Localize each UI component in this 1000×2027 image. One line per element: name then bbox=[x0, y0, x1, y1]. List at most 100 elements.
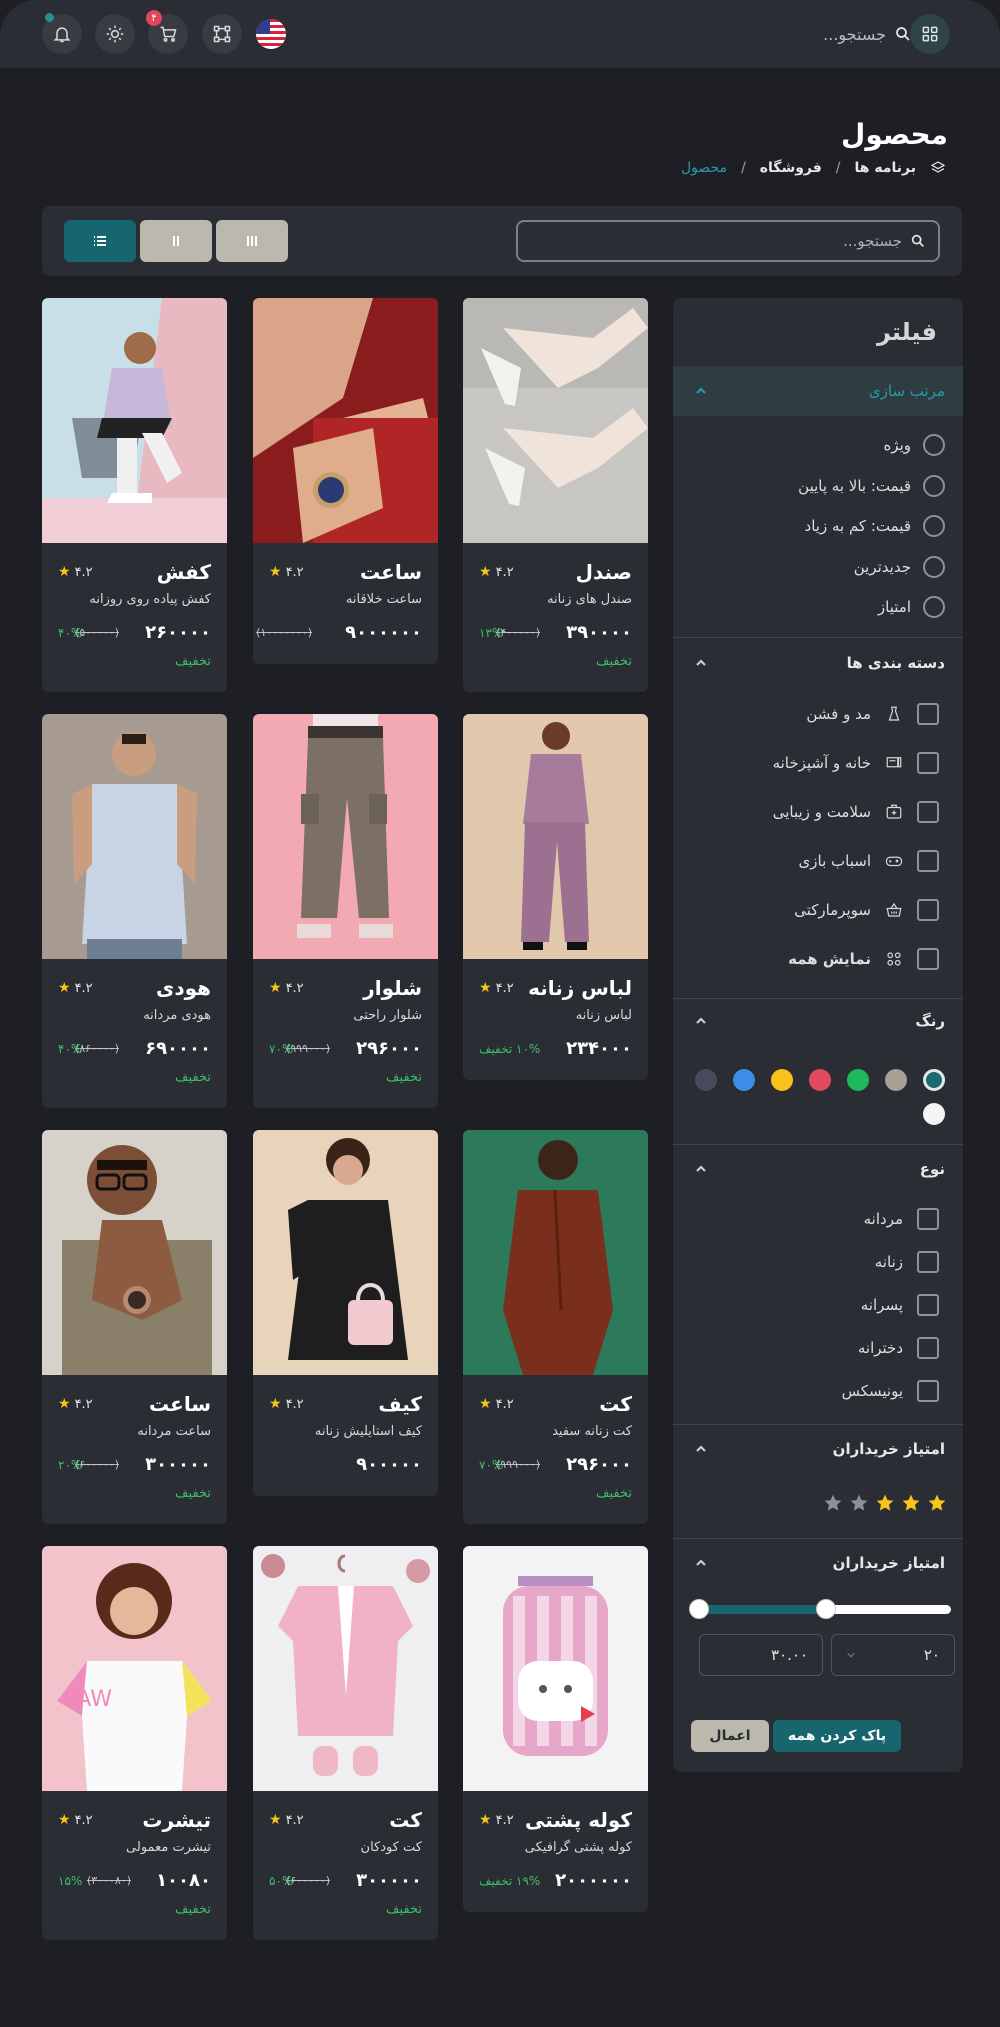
checkbox[interactable] bbox=[917, 948, 939, 970]
sort-option-price-asc[interactable]: قیمت: کم به زیاد bbox=[805, 515, 945, 537]
sort-option-featured[interactable]: ویژه bbox=[883, 434, 945, 456]
checkbox[interactable] bbox=[917, 1208, 939, 1230]
product-card[interactable]: لباس زنانه ★ ۴.۲ لباس زنانه ۲۳۴۰۰۰ ۱۰% تخ… bbox=[463, 714, 648, 1080]
sort-option-newest[interactable]: جدیدترین bbox=[854, 556, 945, 578]
shortcuts-button[interactable] bbox=[202, 14, 242, 54]
rating-stars[interactable] bbox=[823, 1493, 947, 1513]
checkbox[interactable] bbox=[917, 1337, 939, 1359]
price-range-max-handle[interactable] bbox=[816, 1599, 837, 1619]
product-card[interactable]: هودی ★ ۴.۲ هودی مردانه ۶۹۰۰۰۰ (۸۶۰۰۰۰) ۴۰… bbox=[42, 714, 227, 1108]
radio-button[interactable] bbox=[923, 475, 945, 497]
product-image-watch[interactable] bbox=[253, 298, 438, 543]
list-view-button[interactable] bbox=[64, 220, 136, 262]
product-card[interactable]: کوله پشتی ★ ۴.۲ کوله پشتی گرافیکی ۲۰۰۰۰۰۰… bbox=[463, 1546, 648, 1912]
color-swatch-beige[interactable] bbox=[885, 1069, 907, 1091]
color-swatch-teal[interactable] bbox=[923, 1069, 945, 1091]
product-search-input[interactable]: جستجو... bbox=[516, 220, 940, 262]
color-swatch-green[interactable] bbox=[847, 1069, 869, 1091]
category-home-kitchen[interactable]: خانه و آشپزخانه bbox=[773, 752, 939, 774]
color-swatch-white[interactable] bbox=[923, 1103, 945, 1125]
top-search[interactable]: جستجو... bbox=[823, 20, 912, 48]
product-image-bag[interactable] bbox=[253, 1130, 438, 1375]
product-card[interactable]: کت ★ ۴.۲ کت زنانه سفید ۲۹۶۰۰۰ (۹۹۹۰۰۰) ۷۰… bbox=[463, 1130, 648, 1524]
product-image-coat[interactable] bbox=[463, 1130, 648, 1375]
breadcrumb-apps[interactable]: برنامه ها bbox=[855, 160, 916, 176]
rating-value: ۴.۲ bbox=[495, 564, 514, 580]
star-icon[interactable] bbox=[875, 1493, 895, 1513]
product-image-sandal[interactable] bbox=[463, 298, 648, 543]
language-flag-button[interactable] bbox=[256, 19, 286, 49]
product-image-shoes[interactable] bbox=[42, 298, 227, 543]
apply-button[interactable]: اعمال bbox=[691, 1720, 769, 1752]
sort-option-rating[interactable]: امتیاز bbox=[878, 596, 945, 618]
checkbox[interactable] bbox=[917, 1294, 939, 1316]
type-unisex[interactable]: یونیسکس bbox=[842, 1380, 939, 1402]
radio-button[interactable] bbox=[923, 515, 945, 537]
apps-menu-button[interactable] bbox=[910, 14, 950, 54]
product-image-kids-jacket[interactable] bbox=[253, 1546, 438, 1791]
checkbox[interactable] bbox=[917, 801, 939, 823]
type-women[interactable]: زنانه bbox=[875, 1251, 939, 1273]
category-show-all[interactable]: نمایش همه bbox=[788, 948, 939, 970]
star-icon[interactable] bbox=[849, 1493, 869, 1513]
breadcrumb-store[interactable]: فروشگاه bbox=[760, 160, 822, 176]
category-health-beauty[interactable]: سلامت و زیبایی bbox=[773, 801, 939, 823]
price-max-input[interactable]: ۳۰.۰۰ bbox=[699, 1634, 823, 1676]
sort-section-header[interactable]: مرتب سازی bbox=[673, 366, 963, 416]
radio-button[interactable] bbox=[923, 434, 945, 456]
product-image-pants[interactable] bbox=[253, 714, 438, 959]
color-swatch-yellow[interactable] bbox=[771, 1069, 793, 1091]
product-card[interactable]: ساعت ★ ۴.۲ ساعت خلاقانه ۹۰۰۰۰۰۰ (۱۰۰۰۰۰۰۰… bbox=[253, 298, 438, 664]
price-range-min-handle[interactable] bbox=[689, 1599, 709, 1619]
product-card[interactable]: ساعت ★ ۴.۲ ساعت مردانه ۳۰۰۰۰۰ (۶۰۰۰۰۰) ۲۰… bbox=[42, 1130, 227, 1524]
product-card[interactable]: صندل ★ ۴.۲ صندل های زنانه ۳۹۰۰۰۰ (۴۰۰۰۰۰)… bbox=[463, 298, 648, 692]
checkbox[interactable] bbox=[917, 899, 939, 921]
product-card[interactable]: کت ★ ۴.۲ کت کودکان ۳۰۰۰۰۰ (۶۰۰۰۰۰) ۵۰% تخ… bbox=[253, 1546, 438, 1940]
product-card[interactable]: PAW تیشرت ★ ۴.۲ تیشرت معمولی ۱۰۰۸۰ (۳۰۰۰۸… bbox=[42, 1546, 227, 1940]
color-swatch-blue[interactable] bbox=[733, 1069, 755, 1091]
two-column-view-button[interactable] bbox=[140, 220, 212, 262]
checkbox[interactable] bbox=[917, 1380, 939, 1402]
category-supermarket[interactable]: سوپرمارکتی bbox=[794, 899, 939, 921]
price-range-slider[interactable] bbox=[689, 1599, 951, 1619]
sort-option-price-desc[interactable]: قیمت: بالا به پایین bbox=[798, 475, 945, 497]
radio-button[interactable] bbox=[923, 556, 945, 578]
product-image-hoodie[interactable] bbox=[42, 714, 227, 959]
type-men[interactable]: مردانه bbox=[864, 1208, 939, 1230]
type-boys[interactable]: پسرانه bbox=[861, 1294, 939, 1316]
product-card[interactable]: کیف ★ ۴.۲ کیف استایلیش زنانه ۹۰۰۰۰۰ bbox=[253, 1130, 438, 1496]
radio-button[interactable] bbox=[923, 596, 945, 618]
notification-button[interactable] bbox=[42, 13, 82, 54]
categories-section-header[interactable]: دسته بندی ها bbox=[673, 638, 963, 688]
product-card[interactable]: شلوار ★ ۴.۲ شلوار راحتی ۲۹۶۰۰۰ (۹۹۹۰۰۰) ۷… bbox=[253, 714, 438, 1108]
color-swatch-slate[interactable] bbox=[695, 1069, 717, 1091]
filter-panel: فیلتر مرتب سازی ویژه قیمت: بالا به پایین… bbox=[673, 298, 963, 1772]
color-section-header[interactable]: رنگ bbox=[673, 996, 963, 1046]
price-section-header[interactable]: امتیاز خریداران bbox=[673, 1538, 963, 1588]
checkbox[interactable] bbox=[917, 850, 939, 872]
category-toys[interactable]: اسباب بازی bbox=[799, 850, 939, 872]
three-column-view-button[interactable] bbox=[216, 220, 288, 262]
star-icon[interactable] bbox=[823, 1493, 843, 1513]
rating-section-header[interactable]: امتیاز خریداران bbox=[673, 1424, 963, 1474]
product-card[interactable]: کفش ★ ۴.۲ کفش پیاده روی روزانه ۲۶۰۰۰۰ (۵۰… bbox=[42, 298, 227, 692]
checkbox[interactable] bbox=[917, 1251, 939, 1273]
type-section-header[interactable]: نوع bbox=[673, 1144, 963, 1194]
color-swatch-red[interactable] bbox=[809, 1069, 831, 1091]
theme-toggle-button[interactable] bbox=[95, 14, 135, 54]
star-icon[interactable] bbox=[927, 1493, 947, 1513]
clear-all-button[interactable]: پاک کردن همه bbox=[773, 1720, 901, 1752]
sun-icon bbox=[106, 25, 124, 43]
category-fashion[interactable]: مد و فشن bbox=[806, 703, 939, 725]
product-price: ۳۰۰۰۰۰ bbox=[145, 1454, 211, 1475]
product-image-mens-watch[interactable] bbox=[42, 1130, 227, 1375]
checkbox[interactable] bbox=[917, 752, 939, 774]
checkbox[interactable] bbox=[917, 703, 939, 725]
product-image-backpack[interactable] bbox=[463, 1546, 648, 1791]
type-girls[interactable]: دخترانه bbox=[858, 1337, 939, 1359]
cart-button[interactable]: ۴ bbox=[146, 10, 188, 54]
product-image-dress[interactable] bbox=[463, 714, 648, 959]
price-min-input[interactable]: ۲۰ bbox=[831, 1634, 955, 1676]
star-icon[interactable] bbox=[901, 1493, 921, 1513]
product-image-tshirt[interactable]: PAW bbox=[42, 1546, 227, 1791]
